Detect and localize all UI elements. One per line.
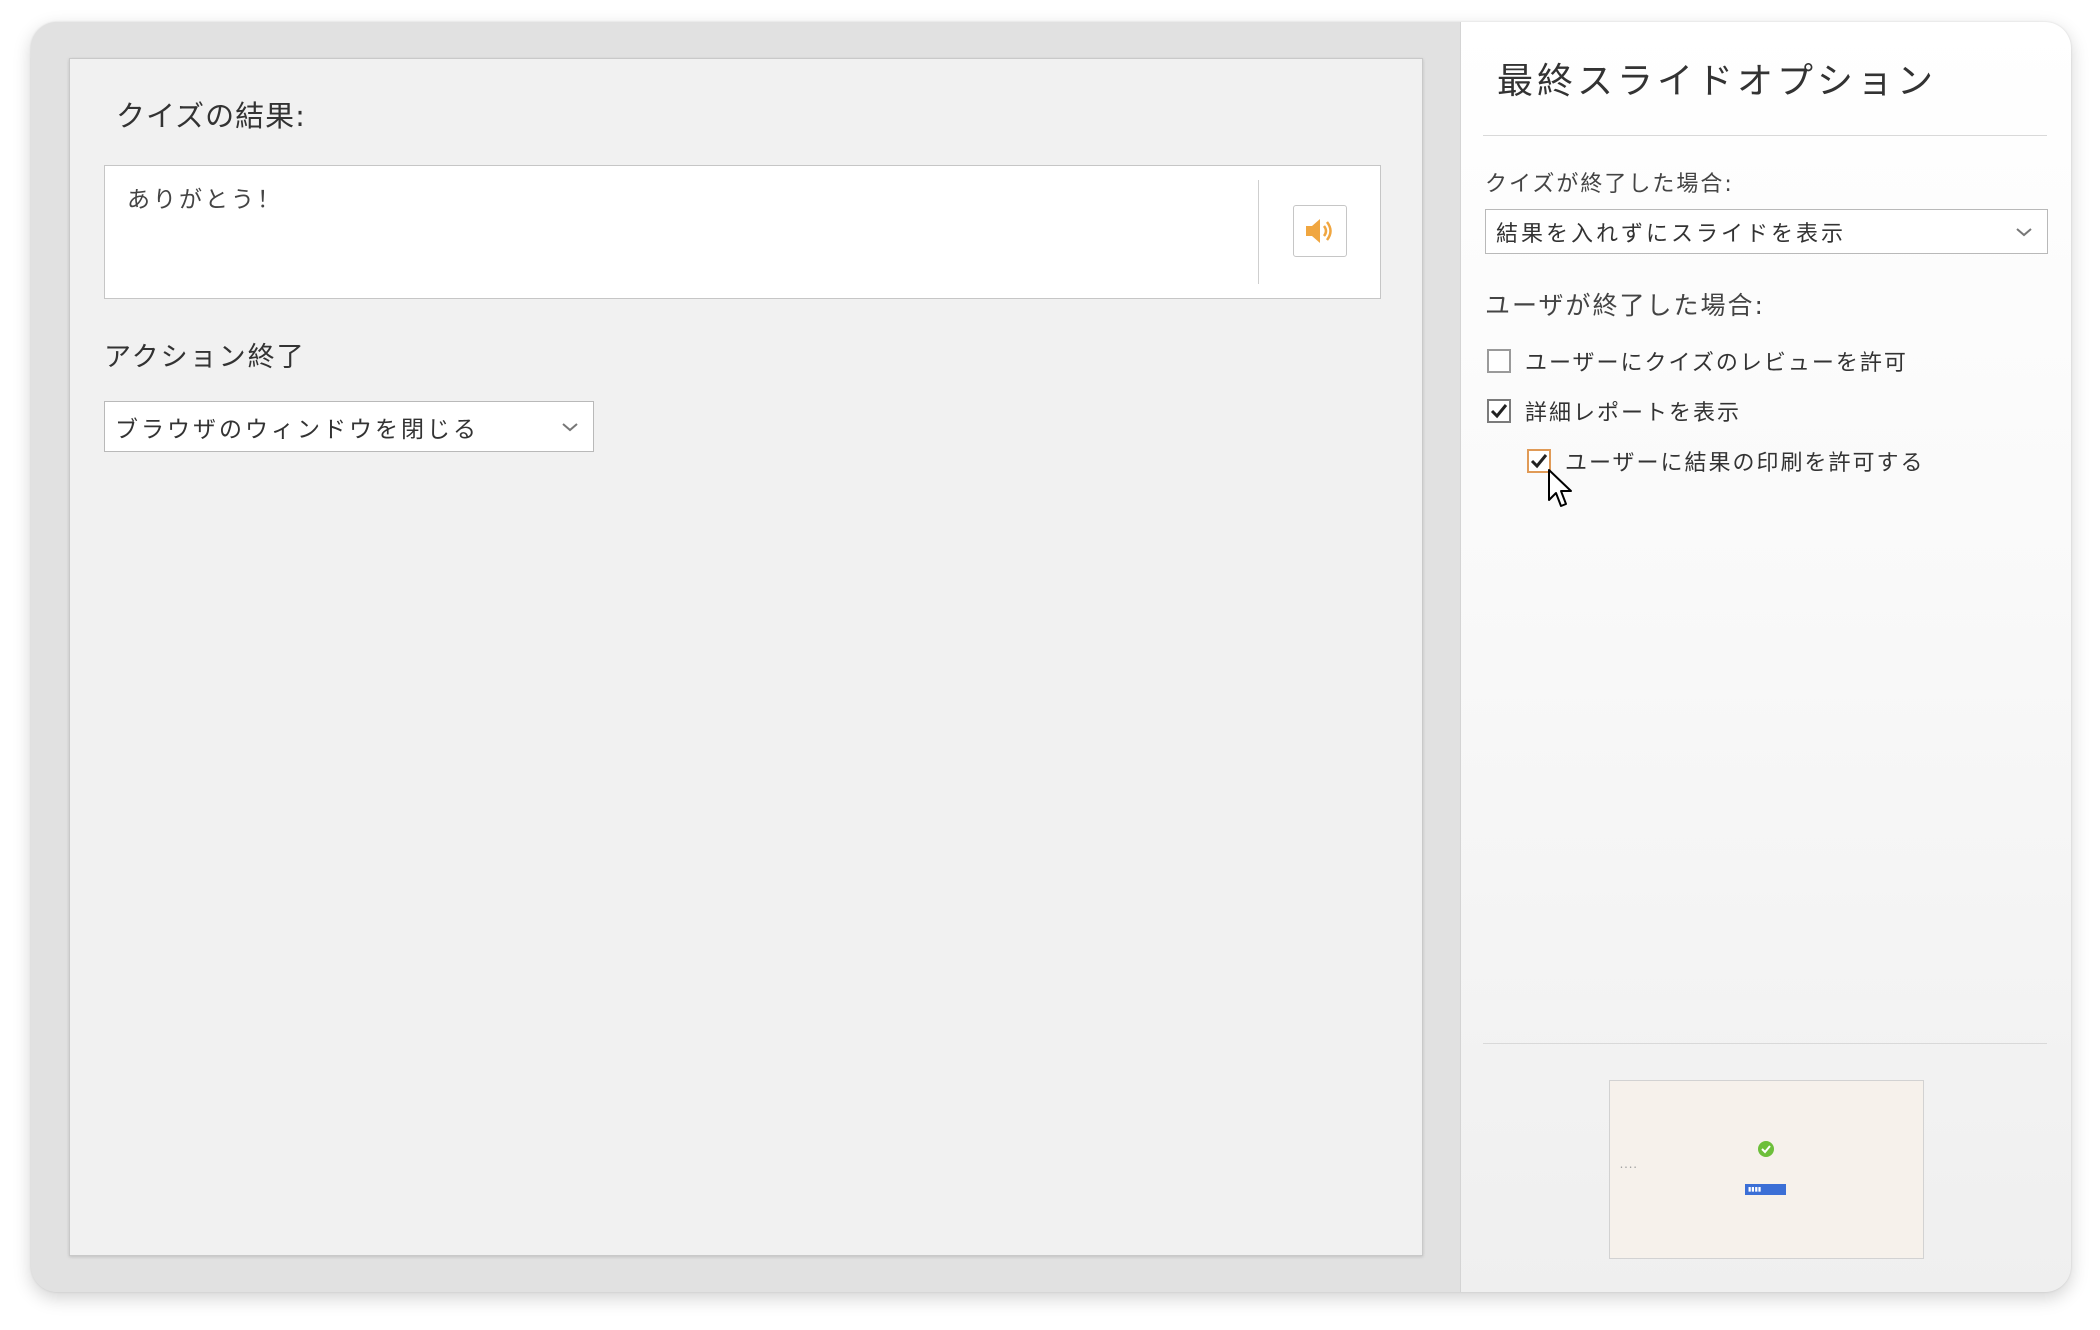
audio-button[interactable] [1293, 205, 1347, 257]
message-divider [1258, 180, 1259, 284]
end-action-value: ブラウザのウィンドウを閉じる [115, 416, 479, 443]
result-message-text[interactable]: ありがとう！ [127, 180, 283, 214]
slide-preview-thumbnail[interactable]: • • • • ▮▮▮▮ [1609, 1080, 1924, 1259]
quiz-results-label: クイズの結果: [116, 99, 306, 133]
quiz-finished-value: 結果を入れずにスライドを表示 [1496, 221, 1847, 247]
checkmark-icon [1490, 404, 1508, 419]
thumbnail-button: ▮▮▮▮ [1745, 1184, 1786, 1195]
option-allow-review[interactable]: ユーザーにクイズのレビューを許可 [1487, 345, 1908, 377]
success-check-icon [1758, 1141, 1774, 1157]
user-finished-label: ユーザが終了した場合: [1485, 291, 1765, 320]
show-report-checkbox[interactable] [1487, 399, 1511, 423]
chevron-down-icon [562, 422, 578, 431]
speaker-icon [1306, 219, 1332, 243]
chevron-down-icon [2016, 227, 2032, 236]
allow-print-checkbox[interactable] [1527, 449, 1551, 473]
final-slide-options-panel: 最終スライドオプション クイズが終了した場合: 結果を入れずにスライドを表示 ユ… [1460, 22, 2071, 1292]
option-label: ユーザーにクイズのレビューを許可 [1525, 351, 1908, 376]
panel-title: 最終スライドオプション [1497, 61, 1938, 102]
result-message-box[interactable]: ありがとう！ [104, 165, 1381, 299]
editor-area: クイズの結果: ありがとう！ アクション終了 ブラウザのウィンドウを閉じる [31, 22, 1460, 1292]
end-action-label: アクション終了 [104, 342, 306, 373]
checkmark-icon [1530, 454, 1548, 469]
option-label: ユーザーに結果の印刷を許可する [1565, 451, 1925, 476]
option-show-detailed-report[interactable]: 詳細レポートを表示 [1487, 395, 1741, 427]
thumbnail-button-text: ▮▮▮▮ [1748, 1186, 1762, 1193]
option-allow-print-results[interactable]: ユーザーに結果の印刷を許可する [1527, 445, 1925, 477]
option-label: 詳細レポートを表示 [1525, 401, 1742, 426]
allow-review-checkbox[interactable] [1487, 349, 1511, 373]
quiz-finished-dropdown[interactable]: 結果を入れずにスライドを表示 [1485, 209, 2048, 254]
preview-divider [1483, 1043, 2047, 1044]
title-divider [1483, 135, 2047, 136]
thumbnail-caption: • • • • [1620, 1165, 1637, 1171]
app-window: クイズの結果: ありがとう！ アクション終了 ブラウザのウィンドウを閉じる 最終… [31, 22, 2071, 1292]
final-slide-panel: クイズの結果: ありがとう！ アクション終了 ブラウザのウィンドウを閉じる [69, 58, 1423, 1256]
quiz-finished-label: クイズが終了した場合: [1485, 172, 1734, 197]
end-action-dropdown[interactable]: ブラウザのウィンドウを閉じる [104, 401, 594, 452]
